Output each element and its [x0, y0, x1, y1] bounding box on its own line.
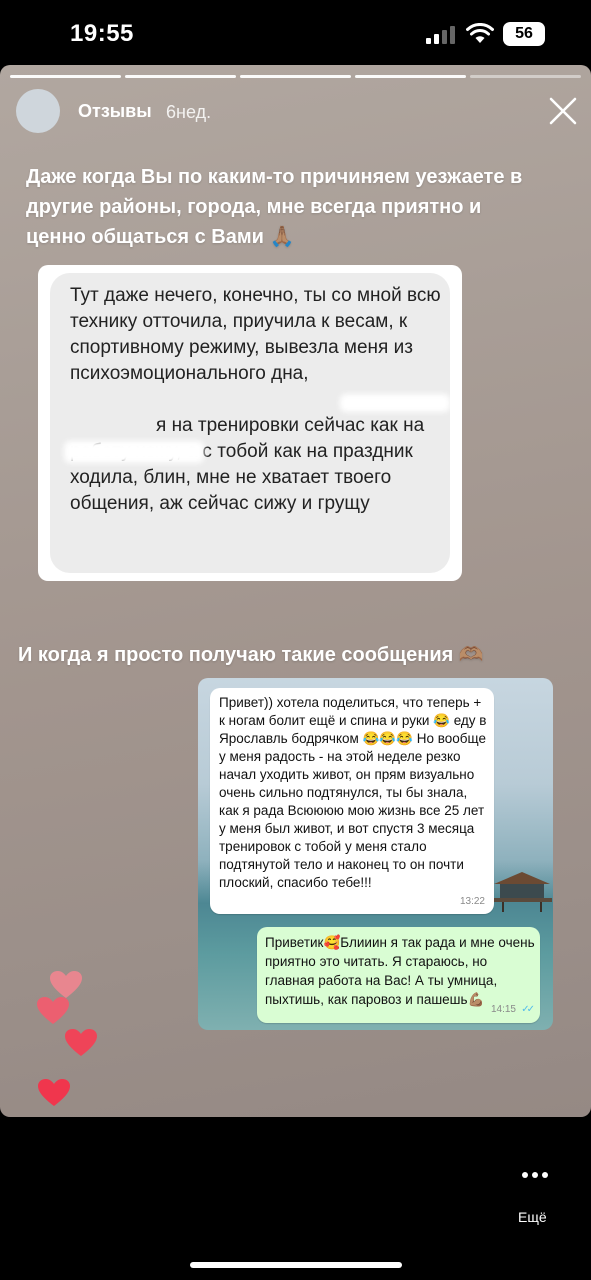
quoted-message-bubble: Тут даже нечего, конечно, ты со мной всю…: [50, 273, 450, 573]
progress-segment: [355, 75, 466, 78]
clock: 19:55: [70, 20, 134, 47]
wifi-icon: [466, 23, 494, 43]
quoted-message-text: Тут даже нечего, конечно, ты со мной всю…: [70, 283, 450, 543]
story-age: 6нед.: [166, 102, 212, 122]
story-caption-middle: И когда я просто получаю такие сообщения…: [18, 644, 484, 666]
more-options-label[interactable]: Ещё: [518, 1209, 547, 1225]
more-options-icon[interactable]: [520, 1170, 550, 1180]
read-receipt-icon: ✓✓: [521, 1004, 535, 1015]
home-indicator[interactable]: [190, 1262, 402, 1268]
redaction-blur: [340, 394, 450, 412]
incoming-message-text: Привет)) хотела поделиться, что теперь +…: [219, 695, 487, 890]
redaction-blur: [64, 441, 204, 463]
outgoing-message-time: 14:15: [490, 1004, 516, 1015]
battery-indicator: 56: [503, 22, 545, 46]
progress-segment: [10, 75, 121, 78]
heart-icon: [38, 1079, 70, 1106]
status-bar: 19:55 56: [0, 0, 591, 64]
heart-icon: [65, 1029, 97, 1056]
close-icon[interactable]: [547, 95, 579, 127]
outgoing-message-text: Приветик🥰Блииин я так рада и мне очень п…: [265, 935, 535, 1007]
heart-icon: [37, 997, 69, 1024]
outgoing-message-bubble: Приветик🥰Блииин я так рада и мне очень п…: [257, 927, 540, 1023]
progress-segment: [240, 75, 351, 78]
quoted-message-paragraph: я на тренировки сейчас как на работу хож…: [70, 415, 425, 514]
quoted-message-paragraph: Тут даже нечего, конечно, ты со мной всю…: [70, 285, 441, 384]
story-username[interactable]: Отзывы: [78, 101, 152, 122]
incoming-message-bubble: Привет)) хотела поделиться, что теперь +…: [210, 688, 494, 914]
story-footer: [0, 1117, 591, 1280]
story-caption-top: Даже когда Вы по каким-то причиняем уезж…: [26, 166, 523, 248]
progress-segment: [470, 75, 581, 78]
incoming-message-time: 13:22: [459, 896, 485, 907]
cellular-signal-icon: [426, 26, 456, 44]
story-progress-bar: [10, 75, 581, 79]
beach-hut-image: [492, 872, 552, 912]
story-viewer[interactable]: Отзывы 6нед. Даже когда Вы по каким-то п…: [0, 65, 591, 1117]
chat-screenshot: Привет)) хотела поделиться, что теперь +…: [198, 678, 553, 1030]
heart-icon: [50, 971, 82, 998]
progress-segment: [125, 75, 236, 78]
quoted-message-screenshot: Тут даже нечего, конечно, ты со мной всю…: [38, 265, 462, 581]
avatar[interactable]: [16, 89, 60, 133]
